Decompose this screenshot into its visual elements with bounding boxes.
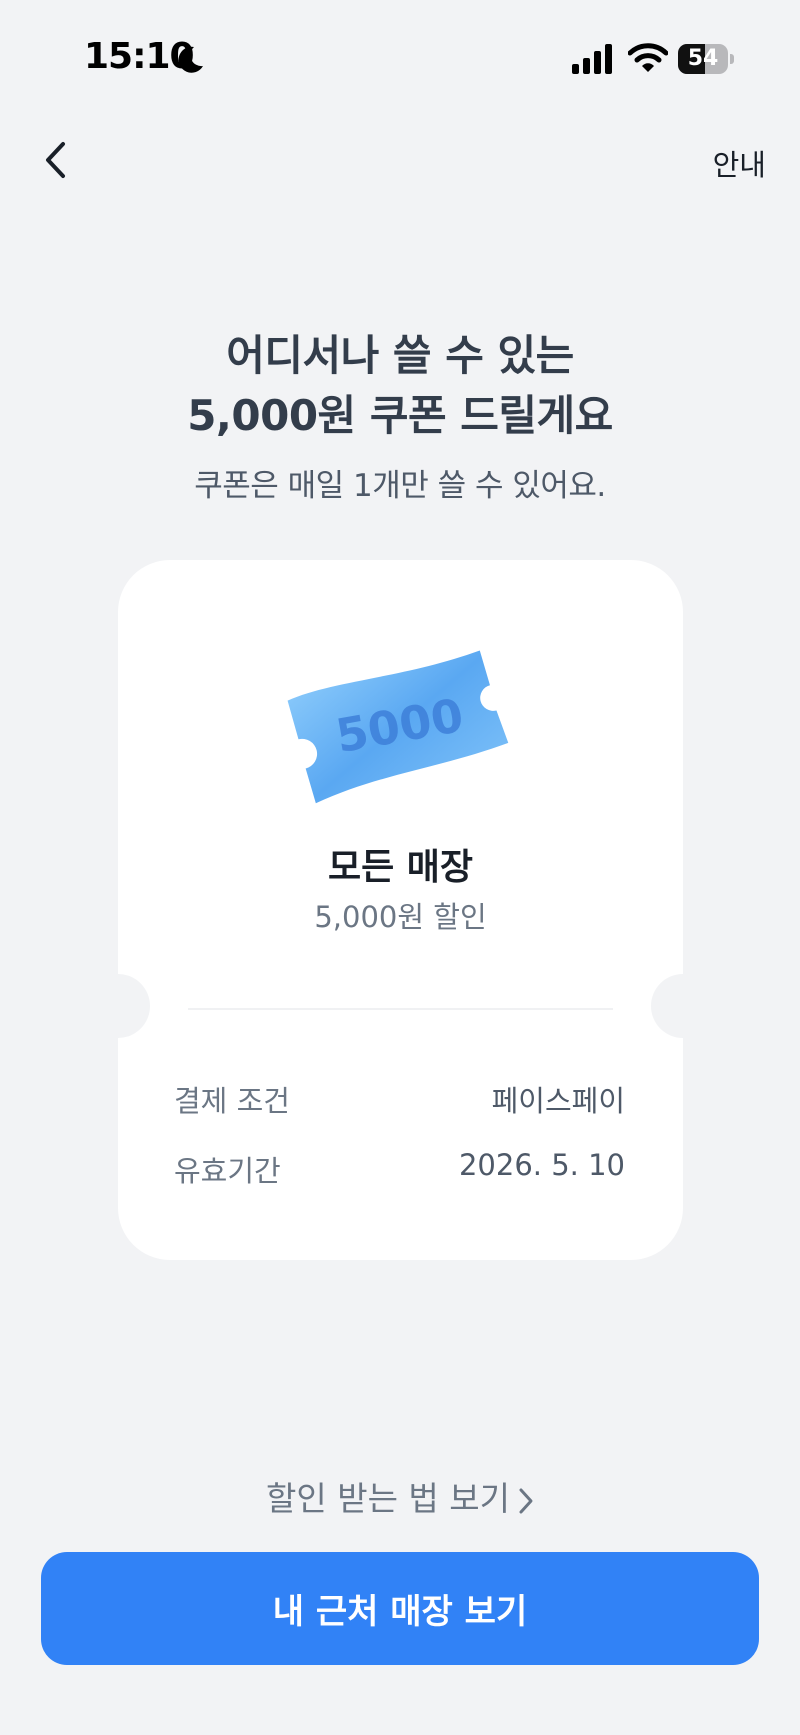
moon-icon bbox=[178, 46, 203, 73]
card-notch-right bbox=[651, 974, 715, 1038]
coupon-ticket-icon: 5000 bbox=[287, 650, 509, 804]
payment-condition-value: 페이스페이 bbox=[491, 1084, 625, 1118]
card-divider bbox=[188, 1008, 613, 1010]
howto-link[interactable]: 할인 받는 법 보기 bbox=[0, 1472, 800, 1520]
info-link[interactable]: 안내 bbox=[713, 142, 766, 184]
headline-line-1: 어디서나 쓸 수 있는 bbox=[226, 331, 574, 380]
headline: 어디서나 쓸 수 있는 5,000원 쿠폰 드릴게요 bbox=[0, 326, 800, 446]
nearby-stores-button[interactable]: 내 근처 매장 보기 bbox=[41, 1552, 759, 1665]
expiry-value: 2026. 5. 10 bbox=[458, 1148, 625, 1182]
expiry-label: 유효기간 bbox=[174, 1154, 281, 1188]
status-bar: 15:10 54 bbox=[0, 0, 800, 110]
wifi-icon bbox=[628, 43, 668, 72]
howto-link-label: 할인 받는 법 보기 bbox=[266, 1479, 510, 1518]
headline-line-2: 5,000원 쿠폰 드릴게요 bbox=[187, 391, 613, 440]
card-notch-left bbox=[86, 974, 150, 1038]
battery-level: 54 bbox=[687, 46, 719, 71]
payment-condition-label: 결제 조건 bbox=[174, 1084, 290, 1118]
back-button[interactable] bbox=[30, 130, 80, 190]
chevron-right-icon bbox=[519, 1488, 533, 1513]
signal-icon bbox=[572, 44, 612, 74]
coupon-discount: 5,000원 할인 bbox=[314, 900, 487, 934]
coupon-store-title: 모든 매장 bbox=[327, 847, 473, 888]
chevron-left-icon bbox=[46, 142, 65, 178]
battery-icon: 54 bbox=[678, 44, 734, 74]
headline-subtitle: 쿠폰은 매일 1개만 쓸 수 있어요. bbox=[194, 468, 606, 504]
